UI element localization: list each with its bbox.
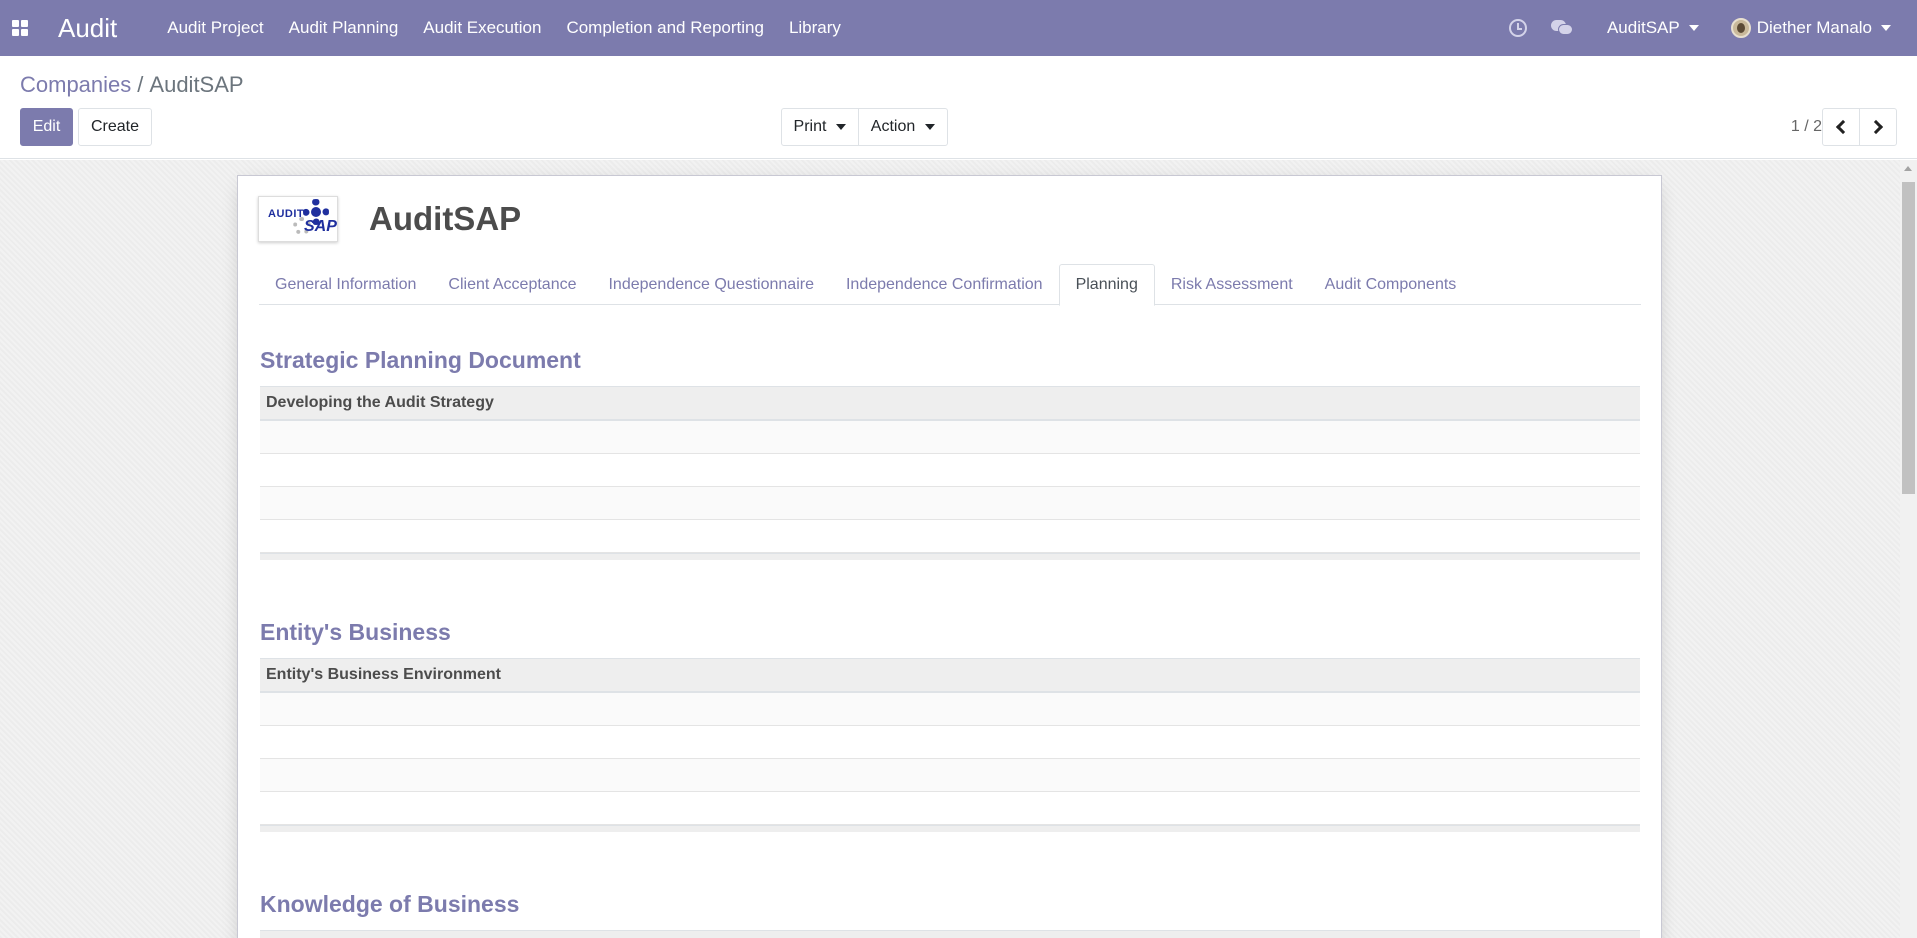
table-row[interactable] [260, 726, 1640, 759]
table-footer [260, 553, 1640, 560]
table-row[interactable] [260, 693, 1640, 726]
column-header[interactable]: Developing the Audit Strategy [260, 386, 1640, 421]
user-name: Diether Manalo [1756, 18, 1872, 37]
tab-risk-assessment[interactable]: Risk Assessment [1155, 264, 1309, 305]
notebook-tabs: General Information Client Acceptance In… [259, 264, 1641, 306]
print-dropdown[interactable]: Print [781, 108, 859, 146]
tab-independence-questionnaire[interactable]: Independence Questionnaire [592, 264, 830, 305]
company-switcher[interactable]: AuditSAP [1607, 18, 1699, 38]
menu-audit-execution[interactable]: Audit Execution [423, 18, 541, 38]
scroll-up-arrow-icon[interactable] [1904, 166, 1912, 171]
control-panel: Companies / AuditSAP Edit Create Print Act… [0, 56, 1917, 159]
record-title: AuditSAP [369, 200, 522, 237]
breadcrumb: Companies / AuditSAP [20, 72, 244, 98]
table-row[interactable] [260, 759, 1640, 792]
column-header[interactable] [260, 930, 1640, 938]
section-title: Strategic Planning Document [260, 347, 581, 373]
pager-previous-button[interactable] [1822, 108, 1860, 146]
logo-text-audit: AUDIT [268, 208, 305, 220]
section-strategic-planning-document: Strategic Planning Document Developing t… [260, 347, 1640, 560]
table-row[interactable] [260, 421, 1640, 454]
logo-text-sap: SAP [304, 218, 337, 235]
section-title: Entity's Business [260, 619, 451, 645]
caret-down-icon [836, 124, 847, 130]
menu-audit-project[interactable]: Audit Project [167, 18, 263, 38]
tab-audit-components[interactable]: Audit Components [1309, 264, 1473, 305]
caret-down-icon [1688, 25, 1699, 31]
pager-next-button[interactable] [1859, 108, 1897, 146]
company-logo[interactable]: AUDIT SAP [258, 196, 338, 242]
tab-independence-confirmation[interactable]: Independence Confirmation [830, 264, 1059, 305]
edit-button[interactable]: Edit [20, 108, 73, 146]
app-title[interactable]: Audit [58, 13, 117, 44]
avatar [1730, 18, 1751, 38]
top-navbar: Audit Audit Project Audit Planning Audit… [0, 0, 1917, 56]
tab-client-acceptance[interactable]: Client Acceptance [432, 264, 592, 305]
form-sheet: AUDIT SAP AuditSAP General Information C… [237, 175, 1662, 938]
breadcrumb-parent[interactable]: Companies [20, 72, 131, 97]
breadcrumb-separator: / [137, 72, 144, 97]
table-footer [260, 825, 1640, 832]
section-entitys-business: Entity's Business Entity's Business Envi… [260, 619, 1640, 832]
apps-menu-icon[interactable] [0, 0, 40, 56]
chevron-left-icon [1835, 119, 1851, 135]
one2many-table: Developing the Audit Strategy [260, 386, 1640, 560]
activity-clock-icon[interactable] [1508, 19, 1527, 37]
pager-value[interactable]: 1 / 2 [1791, 118, 1822, 136]
table-row[interactable] [260, 454, 1640, 487]
chevron-right-icon [1868, 119, 1884, 135]
menu-completion-and-reporting[interactable]: Completion and Reporting [566, 18, 764, 38]
section-knowledge-of-business: Knowledge of Business [260, 891, 1640, 938]
caret-down-icon [925, 124, 936, 130]
table-row[interactable] [260, 520, 1640, 553]
form-view-content: AUDIT SAP AuditSAP General Information C… [0, 160, 1900, 938]
action-label: Action [870, 118, 916, 135]
menu-library[interactable]: Library [789, 18, 841, 38]
table-row[interactable] [260, 792, 1640, 825]
create-button[interactable]: Create [78, 108, 152, 146]
user-menu[interactable]: Diether Manalo [1730, 18, 1891, 38]
caret-down-icon [1881, 25, 1891, 31]
table-row[interactable] [260, 487, 1640, 520]
action-dropdown[interactable]: Action [858, 108, 948, 146]
scrollbar-thumb[interactable] [1902, 182, 1915, 494]
tab-planning[interactable]: Planning [1058, 264, 1155, 306]
tab-general-information[interactable]: General Information [259, 264, 432, 305]
column-header[interactable]: Entity's Business Environment [260, 658, 1640, 693]
main-menu: Audit Project Audit Planning Audit Execu… [167, 18, 866, 38]
company-name: AuditSAP [1606, 18, 1680, 37]
messaging-chat-icon[interactable] [1550, 20, 1573, 36]
breadcrumb-current: AuditSAP [149, 72, 244, 97]
one2many-table [260, 930, 1640, 938]
one2many-table: Entity's Business Environment [260, 658, 1640, 832]
section-title: Knowledge of Business [260, 891, 520, 917]
print-label: Print [793, 118, 827, 135]
menu-audit-planning[interactable]: Audit Planning [289, 18, 399, 38]
vertical-scrollbar[interactable] [1900, 160, 1917, 938]
